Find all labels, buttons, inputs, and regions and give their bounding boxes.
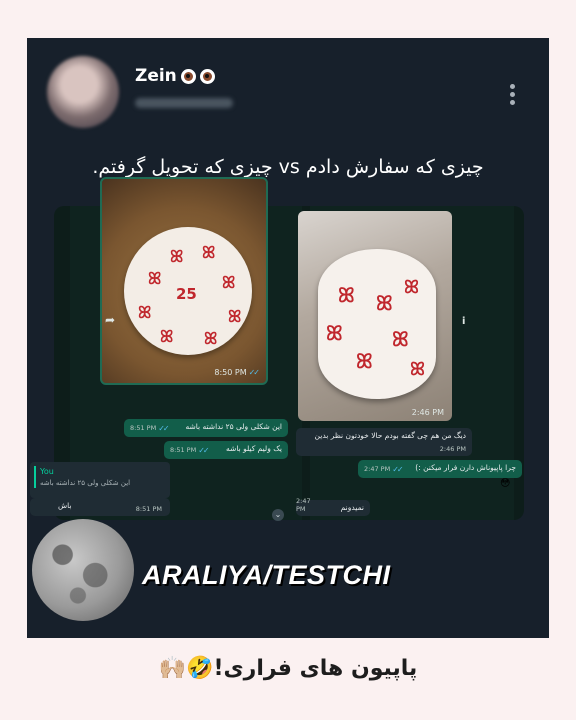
message-time: 2:47 PM	[296, 497, 320, 513]
quote-bar	[34, 466, 36, 488]
post-text: چیزی که سفارش دادم vs چیزی که تحویل گرفت…	[92, 156, 484, 178]
message-time-text: 2:47 PM	[364, 465, 391, 473]
bow-decoration: ꕤ	[404, 277, 419, 298]
author-handle-blurred	[135, 98, 233, 108]
message-bubble[interactable]: نمیدونم 2:47 PM	[296, 497, 370, 516]
message-time: 2:47 PM ✓✓	[364, 465, 404, 475]
message-bubble[interactable]: باش 8:51 PM	[30, 498, 170, 516]
bow-decoration: ꕤ	[222, 273, 236, 292]
read-ticks-icon: ✓✓	[392, 465, 403, 474]
bow-decoration: ꕤ	[138, 303, 152, 322]
message-time-text: 2:47 PM	[296, 496, 311, 513]
ordered-cake-photo[interactable]: ꕤ ꕤ ꕤ ꕤ ꕤ ꕤ ꕤ ꕤ 25 8:50 PM ✓✓	[100, 177, 268, 385]
bow-decoration: ꕤ	[204, 329, 218, 348]
message-bubble[interactable]: چرا پاپیوناش دارن فرار میکنن :) 2:47 PM ✓…	[358, 460, 522, 478]
reaction-emoji[interactable]: 😳	[500, 478, 510, 489]
author-name-text: Zein	[135, 66, 177, 86]
message-text: یک ولیم کیلو باشه	[226, 444, 282, 453]
eye-icon	[180, 68, 196, 84]
author-name[interactable]: Zein	[135, 66, 215, 86]
message-time: 8:51 PM ✓✓	[130, 424, 170, 434]
bow-decoration: ꕤ	[326, 321, 343, 345]
message-time-text: 2:46 PM	[439, 444, 466, 453]
bow-decoration: ꕤ	[170, 247, 184, 266]
scroll-down-icon[interactable]: ⌄	[272, 509, 284, 521]
message-text: چرا پاپیوناش دارن فرار میکنن :)	[415, 463, 516, 472]
forward-icon[interactable]: ➦	[105, 313, 125, 329]
cake-number: 25	[176, 285, 197, 303]
message-time: 8:51 PM ✓✓	[170, 446, 210, 456]
bow-decoration: ꕤ	[356, 349, 373, 373]
message-time-text: 8:51 PM	[170, 446, 197, 454]
info-icon[interactable]: i	[462, 316, 468, 327]
message-time: 8:51 PM	[136, 505, 162, 513]
message-time-text: 8:51 PM	[130, 424, 157, 432]
bow-decoration: ꕤ	[376, 291, 393, 315]
received-cake-photo[interactable]: ꕤ ꕤ ꕤ ꕤ ꕤ ꕤ ꕤ 2:46 PM	[298, 211, 452, 421]
bow-decoration: ꕤ	[392, 327, 409, 351]
bow-decoration: ꕤ	[202, 243, 216, 262]
more-options-icon[interactable]	[507, 84, 517, 106]
message-bubble[interactable]: این شکلی ولی ۲۵ نداشته باشه 8:51 PM ✓✓	[124, 419, 288, 437]
photo-time: 2:46 PM	[411, 408, 444, 417]
message-time: 2:46 PM	[440, 445, 466, 453]
read-ticks-icon: ✓✓	[198, 446, 209, 455]
message-text: دیگ من هم چی گفته بودم حالا خودتون نظر ب…	[314, 431, 466, 440]
bow-decoration: ꕤ	[148, 269, 162, 288]
message-text: باش	[58, 501, 72, 510]
photo-time: 8:50 PM	[214, 368, 247, 377]
read-ticks-icon: ✓✓	[158, 424, 169, 433]
bow-decoration: ꕤ	[410, 359, 425, 380]
message-text: این شکلی ولی ۲۵ نداشته باشه	[185, 422, 282, 431]
reply-quote[interactable]: You این شکلی ولی ۲۵ نداشته باشه	[30, 462, 170, 498]
message-text: نمیدونم	[340, 503, 364, 512]
avatar[interactable]	[47, 56, 119, 128]
bow-decoration: ꕤ	[228, 307, 242, 326]
bow-decoration: ꕤ	[338, 283, 355, 307]
quote-author: You	[40, 467, 54, 476]
moon-logo	[32, 519, 134, 621]
photo-timestamp: 2:46 PM	[412, 408, 444, 417]
quote-text: این شکلی ولی ۲۵ نداشته باشه	[40, 479, 131, 487]
read-ticks-icon: ✓✓	[248, 368, 260, 377]
bow-decoration: ꕤ	[160, 327, 174, 346]
message-bubble[interactable]: دیگ من هم چی گفته بودم حالا خودتون نظر ب…	[296, 428, 472, 456]
message-bubble[interactable]: یک ولیم کیلو باشه 8:51 PM ✓✓	[164, 441, 288, 459]
eye-icon	[199, 68, 215, 84]
caption: پاپیون های فراری!🤣🙌🏼	[158, 656, 418, 681]
photo-timestamp: 8:50 PM ✓✓	[214, 368, 260, 377]
watermark: ARALIYA/TESTCHI	[142, 560, 391, 590]
message-time-text: 8:51 PM	[135, 504, 162, 513]
